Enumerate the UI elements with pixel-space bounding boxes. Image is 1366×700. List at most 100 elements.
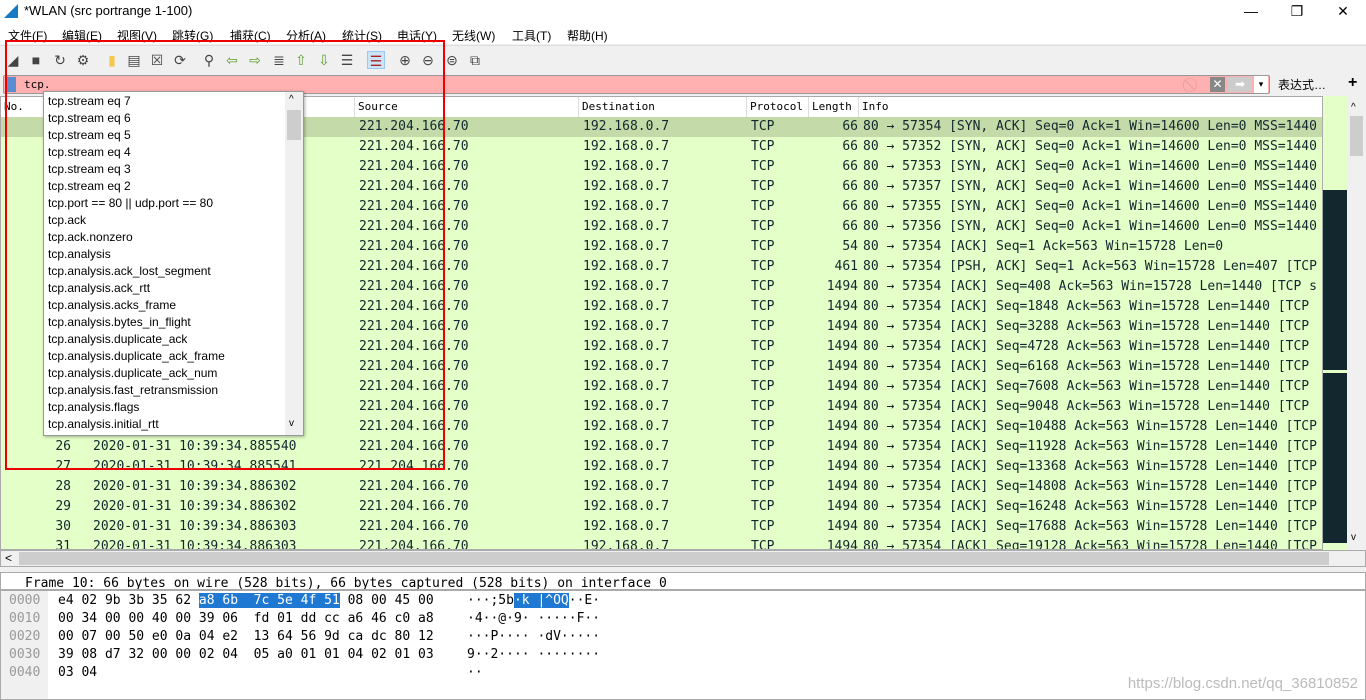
zoom-in-icon[interactable]: ⊕ [396,51,414,69]
packet-row[interactable]: 29 2020-01-31 10:39:34.886302 221.204.166.… [1,497,1322,517]
autocomplete-item[interactable]: tcp.stream eq 3 [48,161,131,178]
packet-source: 221.204.166.70 [359,439,469,454]
go-back-icon[interactable]: ⇦ [223,51,241,69]
start-capture-icon[interactable]: ◢ [4,51,22,69]
menu-2[interactable]: 视图(V) [117,27,157,44]
menu-4[interactable]: 捕获(C) [230,27,271,44]
save-file-icon[interactable]: ▤ [125,51,143,69]
last-packet-icon[interactable]: ⇩ [315,51,333,69]
frame-detail-row[interactable]: Frame 10: 66 bytes on wire (528 bits), 6… [25,576,667,589]
go-to-packet-icon[interactable]: ≣ [270,51,288,69]
packet-list-vertical-scrollbar[interactable]: ^ v [1347,96,1366,550]
autocomplete-item[interactable]: tcp.stream eq 7 [48,93,131,110]
filter-history-dropdown[interactable]: ▾ [1254,76,1268,93]
add-filter-button[interactable]: + [1348,74,1357,92]
zoom-normal-icon[interactable]: ⊜ [443,51,461,69]
hex-post: 08 00 45 00 [339,593,434,608]
column-header-protocol[interactable]: Protocol [747,97,809,117]
restart-capture-icon[interactable]: ↻ [51,51,69,69]
column-header-source[interactable]: Source [355,97,579,117]
packet-protocol: TCP [751,479,775,494]
column-header-info[interactable]: Info [859,97,1322,117]
minimize-button[interactable]: — [1228,0,1274,22]
bookmark-icon[interactable] [6,77,16,92]
packet-info: 80 → 57354 [ACK] Seq=7608 Ack=563 Win=15… [863,379,1310,394]
column-header-destination[interactable]: Destination [579,97,747,117]
menu-5[interactable]: 分析(A) [286,27,326,44]
packet-source: 221.204.166.70 [359,399,469,414]
packet-length: 1494 [826,539,858,550]
clear-filter-button[interactable]: ✕ [1210,77,1225,92]
packet-row[interactable]: 26 2020-01-31 10:39:34.885540 221.204.166.… [1,437,1322,457]
packet-length: 66 [842,119,858,134]
column-header-length[interactable]: Length [809,97,859,117]
menu-7[interactable]: 电话(Y) [397,27,437,44]
autocomplete-item[interactable]: tcp.ack.nonzero [48,229,133,246]
packet-info: 80 → 57354 [ACK] Seq=1 Ack=563 Win=15728… [863,239,1224,254]
packet-destination: 192.168.0.7 [583,399,670,414]
colorize-icon[interactable]: ☰ [367,51,385,69]
display-filter-input[interactable]: tcp. [24,78,51,91]
open-file-icon[interactable]: ▮ [103,51,121,69]
menu-1[interactable]: 编辑(E) [62,27,102,44]
autocomplete-item[interactable]: tcp.analysis.duplicate_ack [48,331,187,348]
autocomplete-item[interactable]: tcp.stream eq 4 [48,144,131,161]
autocomplete-item[interactable]: tcp.analysis.acks_frame [48,297,176,314]
packet-protocol: TCP [751,239,775,254]
bytes-line[interactable]: 0000 e4 02 9b 3b 35 62 a8 6b 7c 5e 4f 51 … [1,592,1361,610]
packet-list-horizontal-scrollbar[interactable]: < [0,550,1366,567]
close-button[interactable]: ✕ [1320,0,1366,22]
capture-options-icon[interactable]: ⚙ [74,51,92,69]
zoom-out-icon[interactable]: ⊖ [419,51,437,69]
maximize-button[interactable]: ❐ [1274,0,1320,22]
packet-source: 221.204.166.70 [359,519,469,534]
find-packet-icon[interactable]: ⚲ [200,51,218,69]
first-packet-icon[interactable]: ⇧ [292,51,310,69]
autocomplete-item[interactable]: tcp.analysis.flags [48,399,139,416]
packet-row[interactable]: 28 2020-01-31 10:39:34.886302 221.204.166.… [1,477,1322,497]
packet-row[interactable]: 27 2020-01-31 10:39:34.885541 221.204.166.… [1,457,1322,477]
autocomplete-item[interactable]: tcp.port == 80 || udp.port == 80 [48,195,213,212]
autocomplete-item[interactable]: tcp.analysis.duplicate_ack_num [48,365,217,382]
auto-scroll-icon[interactable]: ☰ [338,51,356,69]
autocomplete-item[interactable]: tcp.analysis [48,246,111,263]
go-forward-icon[interactable]: ⇨ [246,51,264,69]
filter-expression-button[interactable]: 表达式… [1278,76,1326,93]
stop-capture-icon[interactable]: ■ [27,51,45,69]
apply-filter-button[interactable]: ➡ [1228,77,1252,92]
menu-3[interactable]: 跳转(G) [172,27,213,44]
resize-columns-icon[interactable]: ⧉ [466,51,484,69]
bytes-line[interactable]: 0020 00 07 00 50 e0 0a 04 e2 13 64 56 9d … [1,628,1361,646]
packet-row[interactable]: 30 2020-01-31 10:39:34.886303 221.204.166.… [1,517,1322,537]
ascii-bytes: 9··2···· ········ [467,646,600,664]
packet-details-pane[interactable]: Frame 10: 66 bytes on wire (528 bits), 6… [0,572,1366,590]
bytes-line[interactable]: 0010 00 34 00 00 40 00 39 06 fd 01 dd cc … [1,610,1361,628]
autocomplete-item[interactable]: tcp.analysis.initial_rtt [48,416,159,433]
menu-0[interactable]: 文件(F) [8,27,47,44]
packet-length: 1494 [826,319,858,334]
bytes-line[interactable]: 0030 39 08 d7 32 00 00 02 04 05 a0 01 01 … [1,646,1361,664]
autocomplete-item[interactable]: tcp.analysis.ack_rtt [48,280,150,297]
hex-pre: 39 08 d7 32 00 00 02 04 05 a0 01 01 04 0… [58,647,434,662]
autocomplete-item[interactable]: tcp.analysis.duplicate_ack_frame [48,348,225,365]
autocomplete-item[interactable]: tcp.analysis.ack_lost_segment [48,263,211,280]
packet-protocol: TCP [751,119,775,134]
packet-list-minimap[interactable] [1323,96,1347,550]
hex-pre: 00 34 00 00 40 00 39 06 fd 01 dd cc a6 4… [58,611,434,626]
ascii-post: ··E· [568,593,601,608]
autocomplete-item[interactable]: tcp.stream eq 5 [48,127,131,144]
packet-length: 1494 [826,399,858,414]
menu-8[interactable]: 无线(W) [452,27,495,44]
autocomplete-item[interactable]: tcp.stream eq 6 [48,110,131,127]
autocomplete-item[interactable]: tcp.analysis.fast_retransmission [48,382,218,399]
packet-row[interactable]: 31 2020-01-31 10:39:34.886303 221.204.166.… [1,537,1322,550]
autocomplete-item[interactable]: tcp.ack [48,212,86,229]
menu-10[interactable]: 帮助(H) [567,27,608,44]
autocomplete-item[interactable]: tcp.stream eq 2 [48,178,131,195]
popup-scrollbar[interactable]: ^ v [285,92,303,435]
menu-6[interactable]: 统计(S) [342,27,382,44]
menu-9[interactable]: 工具(T) [512,27,551,44]
reload-file-icon[interactable]: ⟳ [171,51,189,69]
autocomplete-item[interactable]: tcp.analysis.bytes_in_flight [48,314,191,331]
close-file-icon[interactable]: ☒ [148,51,166,69]
